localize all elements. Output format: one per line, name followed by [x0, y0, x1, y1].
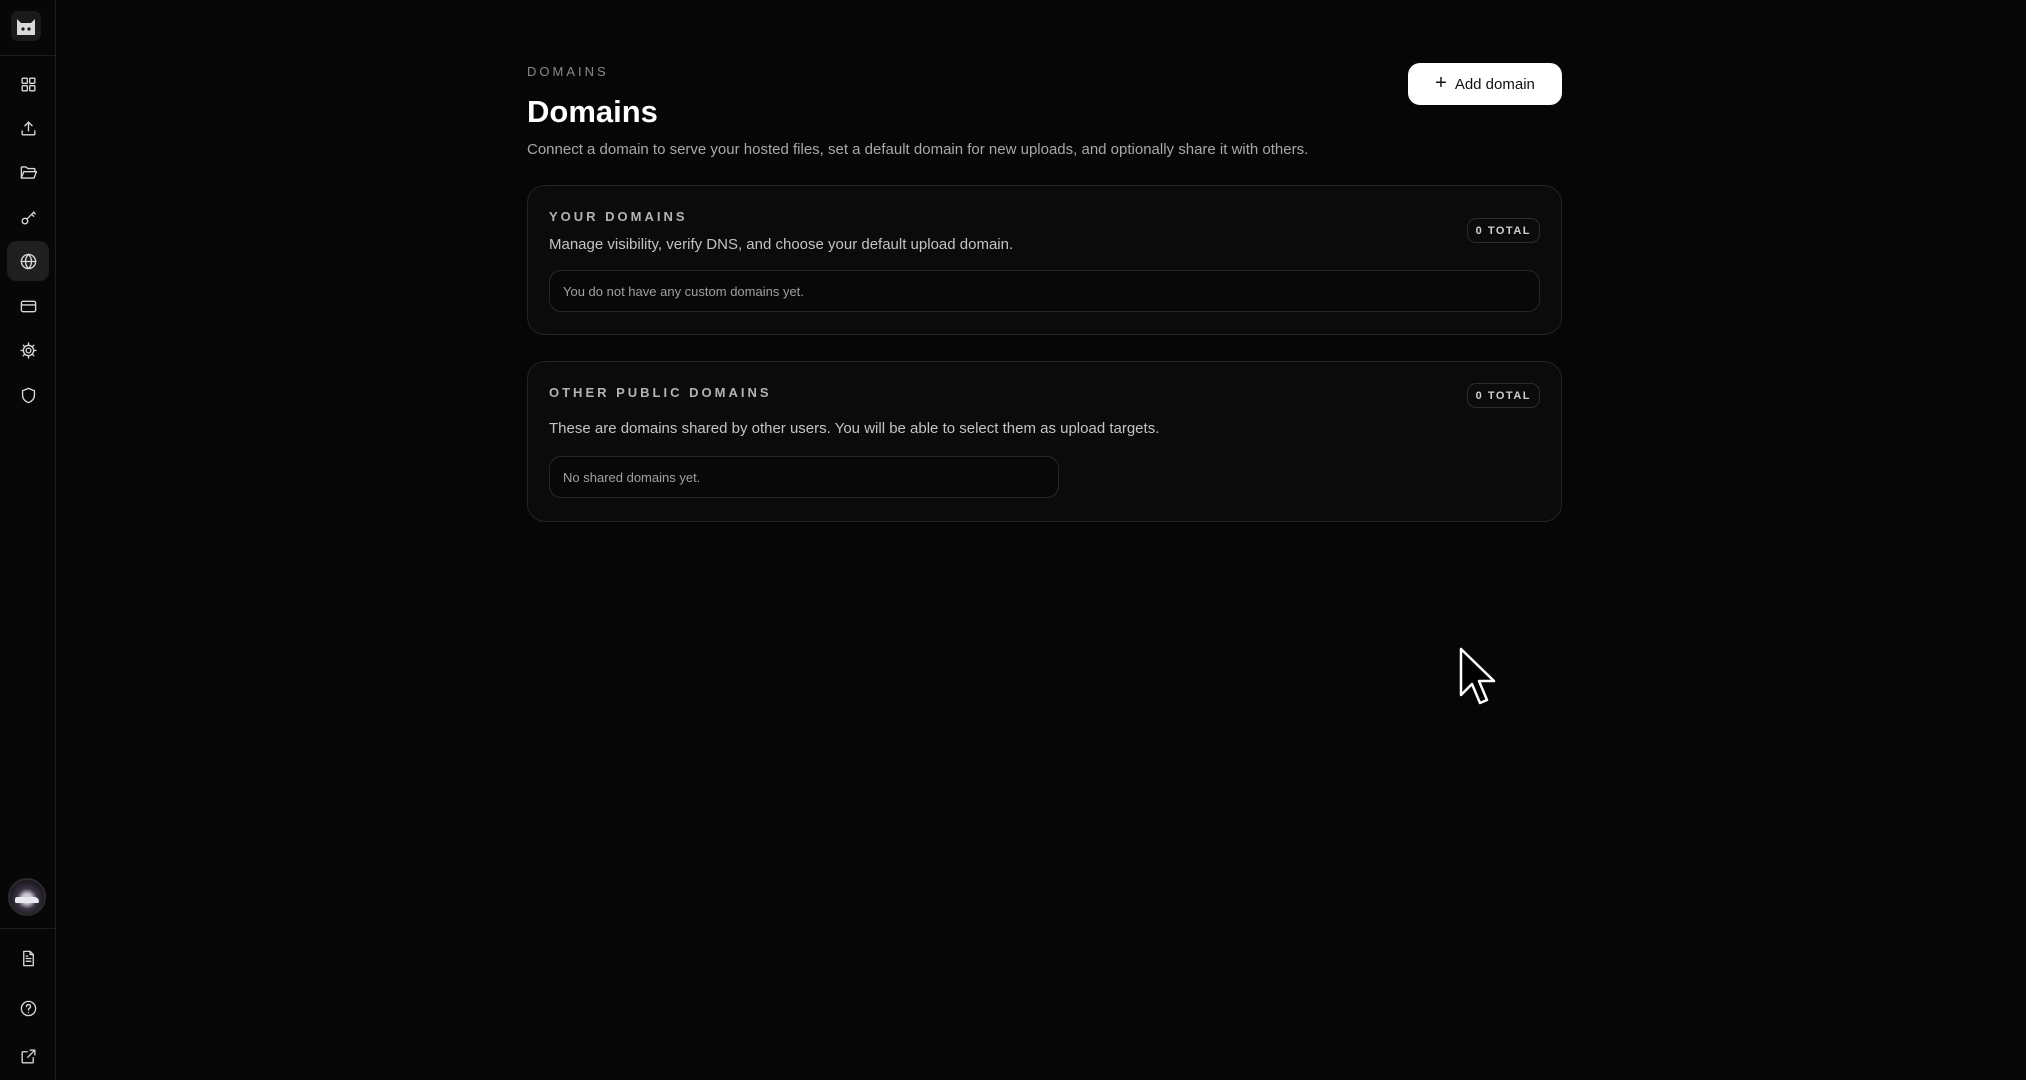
main-content: DOMAINS Domains Connect a domain to serv… [56, 0, 2026, 1080]
sidebar-item-docs[interactable] [7, 938, 49, 978]
plus-icon: + [1435, 72, 1447, 94]
sidebar-item-security[interactable] [7, 375, 49, 415]
card-description: Manage visibility, verify DNS, and choos… [549, 236, 1014, 253]
sidebar-item-external[interactable] [7, 1036, 49, 1076]
document-icon [22, 950, 34, 966]
card-description: These are domains shared by other users.… [549, 420, 1160, 437]
external-link-icon [20, 1048, 36, 1064]
sidebar-item-settings[interactable] [7, 330, 49, 370]
sidebar-divider [0, 55, 55, 56]
sidebar-item-files[interactable] [7, 152, 49, 192]
sidebar-item-dashboard[interactable] [7, 64, 49, 104]
your-domains-card: YOUR DOMAINS Manage visibility, verify D… [527, 185, 1562, 335]
sidebar-item-billing[interactable] [7, 286, 49, 326]
sidebar-item-help[interactable] [7, 988, 49, 1028]
key-icon [20, 210, 36, 225]
sidebar-item-keys[interactable] [7, 197, 49, 237]
page-description: Connect a domain to serve your hosted fi… [527, 141, 1309, 158]
folder-icon [20, 165, 37, 179]
shield-icon [21, 387, 35, 403]
page-title: Domains [527, 94, 658, 129]
cat-logo-icon[interactable] [11, 11, 41, 41]
sidebar [0, 0, 56, 1080]
public-domains-card: OTHER PUBLIC DOMAINS These are domains s… [527, 361, 1562, 522]
credit-card-icon [20, 300, 36, 312]
sidebar-item-upload[interactable] [7, 108, 49, 148]
card-title: OTHER PUBLIC DOMAINS [549, 385, 772, 400]
empty-state: No shared domains yet. [549, 456, 1059, 498]
sidebar-divider [0, 928, 55, 929]
count-badge: 0 TOTAL [1466, 383, 1540, 408]
breadcrumb: DOMAINS [527, 64, 609, 79]
globe-icon [20, 253, 36, 269]
add-domain-label: Add domain [1454, 75, 1535, 93]
empty-state: You do not have any custom domains yet. [549, 270, 1540, 312]
card-title: YOUR DOMAINS [549, 209, 688, 224]
mouse-cursor-icon [1459, 647, 1496, 705]
count-badge: 0 TOTAL [1466, 218, 1540, 243]
app-root: DOMAINS Domains Connect a domain to serv… [0, 0, 2026, 1080]
add-domain-button[interactable]: + Add domain [1408, 63, 1562, 105]
gear-icon [19, 341, 37, 359]
help-circle-icon [20, 1000, 36, 1016]
upload-icon [20, 120, 36, 136]
dashboard-grid-icon [20, 76, 36, 92]
sidebar-item-domains[interactable] [7, 241, 49, 281]
avatar[interactable] [8, 878, 46, 916]
